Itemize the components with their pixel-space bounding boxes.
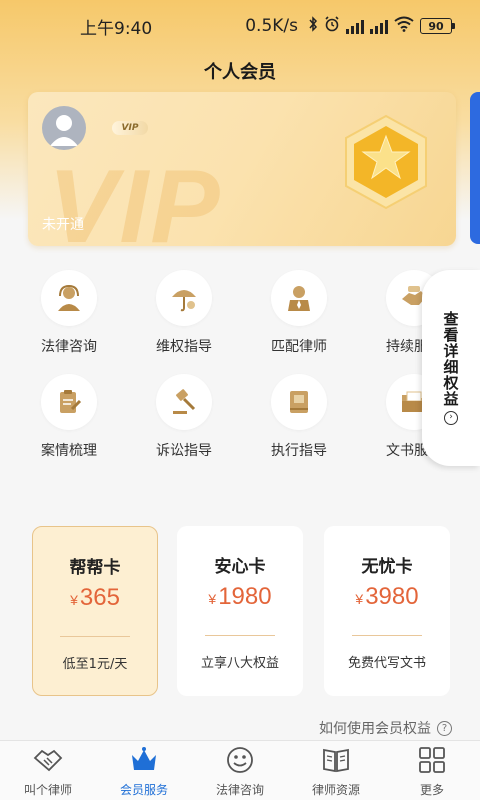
star-medal-icon <box>345 114 427 210</box>
howto-link[interactable]: 如何使用会员权益 ? <box>319 718 452 738</box>
status-bar: 上午9:40 0.5K/s 90 <box>0 0 480 52</box>
tab-call-lawyer[interactable]: 叫个律师 <box>0 741 96 800</box>
signal-icon-2 <box>370 18 388 34</box>
currency-symbol: ¥ <box>355 591 364 607</box>
smiley-icon <box>227 747 253 773</box>
tab-more[interactable]: 更多 <box>384 741 480 800</box>
service-label: 执行指导 <box>271 443 327 459</box>
plan-desc: 立享八大权益 <box>200 656 279 671</box>
plan-card-wuyou[interactable]: 无忧卡 ¥3980 免费代写文书 <box>324 526 450 696</box>
plan-price: ¥3980 <box>324 583 450 611</box>
howto-label: 如何使用会员权益 <box>319 721 431 737</box>
service-rights-guidance[interactable]: 维权指导 <box>134 270 234 356</box>
avatar[interactable] <box>42 106 86 150</box>
price-value: 1980 <box>218 583 272 610</box>
question-icon: ? <box>437 720 452 736</box>
service-label: 案情梳理 <box>41 443 97 459</box>
plan-desc: 低至1元/天 <box>62 657 128 672</box>
plan-price: ¥1980 <box>177 583 303 611</box>
plan-card-bangbang[interactable]: 帮帮卡 ¥365 低至1元/天 <box>32 526 158 696</box>
tab-member-service[interactable]: 会员服务 <box>96 741 192 800</box>
clipboard-icon <box>60 390 82 413</box>
plan-desc: 免费代写文书 <box>347 656 426 671</box>
plan-price: ¥365 <box>33 584 157 612</box>
bluetooth-icon <box>308 15 318 37</box>
tab-label: 会员服务 <box>119 783 168 797</box>
alarm-icon <box>324 15 340 37</box>
next-card-peek[interactable] <box>470 92 480 244</box>
status-time: 上午9:40 <box>80 18 153 39</box>
lawyer-icon <box>288 286 310 311</box>
service-execution[interactable]: 执行指导 <box>249 374 349 460</box>
tab-lawyer-resources[interactable]: 律师资源 <box>288 741 384 800</box>
consultant-icon <box>58 284 80 311</box>
plan-name: 帮帮卡 <box>69 558 121 578</box>
service-legal-consult[interactable]: 法律咨询 <box>19 270 119 356</box>
signal-icon <box>346 18 364 34</box>
vip-status: 未开通 <box>42 217 84 233</box>
page-title: 个人会员 <box>204 62 276 83</box>
vip-card[interactable]: VIP VIP 未开通 <box>28 92 456 246</box>
currency-symbol: ¥ <box>70 592 78 608</box>
bottom-tab-bar: 叫个律师 会员服务 法律咨询 律师资源 更多 <box>0 740 480 800</box>
status-indicators: 0.5K/s 90 <box>245 15 455 37</box>
view-benefits-tab[interactable]: 查看详细权益 › <box>422 270 480 466</box>
service-label: 法律咨询 <box>41 339 97 355</box>
wifi-icon <box>394 16 414 37</box>
handshake-icon <box>33 749 63 772</box>
book-icon <box>290 391 308 413</box>
divider <box>205 635 275 636</box>
service-label: 维权指导 <box>156 339 212 355</box>
plan-name: 无忧卡 <box>361 557 413 577</box>
open-book-icon <box>323 748 349 773</box>
tab-label: 律师资源 <box>311 783 360 797</box>
grid-icon <box>419 747 445 773</box>
divider <box>352 635 422 636</box>
battery-icon: 90 <box>420 18 455 34</box>
chevron-right-icon: › <box>444 411 458 425</box>
umbrella-icon <box>172 290 196 312</box>
tab-label: 叫个律师 <box>23 783 72 797</box>
tab-legal-consult[interactable]: 法律咨询 <box>192 741 288 800</box>
divider <box>60 636 130 637</box>
service-label: 匹配律师 <box>271 339 327 355</box>
tab-label: 法律咨询 <box>215 783 264 797</box>
service-label: 诉讼指导 <box>156 443 212 459</box>
service-match-lawyer[interactable]: 匹配律师 <box>249 270 349 356</box>
gavel-icon <box>173 389 196 414</box>
vip-badge: VIP <box>112 121 148 135</box>
plan-name: 安心卡 <box>214 557 266 577</box>
user-icon <box>50 115 78 146</box>
plan-card-anxin[interactable]: 安心卡 ¥1980 立享八大权益 <box>177 526 303 696</box>
view-benefits-label: 查看详细权益 <box>441 311 460 407</box>
network-speed: 0.5K/s <box>245 16 298 36</box>
currency-symbol: ¥ <box>208 591 217 607</box>
crown-icon <box>132 747 156 770</box>
service-litigation[interactable]: 诉讼指导 <box>134 374 234 460</box>
service-case-review[interactable]: 案情梳理 <box>19 374 119 460</box>
tab-label: 更多 <box>419 783 444 797</box>
price-value: 365 <box>79 584 120 611</box>
price-value: 3980 <box>365 583 419 610</box>
